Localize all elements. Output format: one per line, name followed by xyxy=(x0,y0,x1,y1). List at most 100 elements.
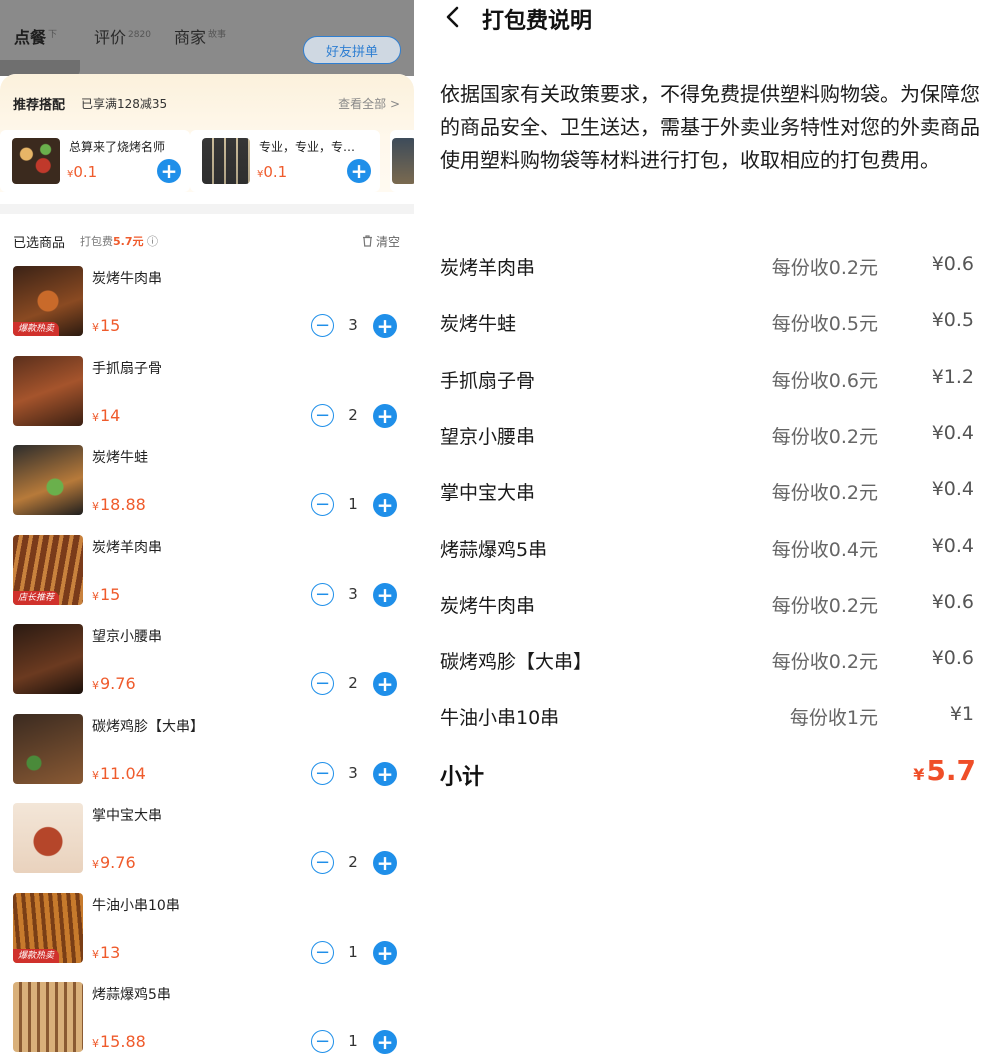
add-recommend-button[interactable]: + xyxy=(157,159,181,183)
cart-item-price-value: 11.04 xyxy=(100,764,146,783)
cart-item-image xyxy=(13,356,83,426)
minus-icon: − xyxy=(314,583,331,605)
cart-item-price-value: 18.88 xyxy=(100,495,146,514)
cart-item: 手抓扇子骨 ¥14 −2 + xyxy=(0,356,414,446)
tab-order-label: 点餐 xyxy=(14,28,47,47)
cart-item: 望京小腰串 ¥9.76 −2 + xyxy=(0,624,414,714)
increase-quantity-button[interactable]: + xyxy=(373,762,397,786)
cart-item-name: 掌中宝大串 xyxy=(92,808,162,824)
cart-item: 碳烤鸡胗【大串】 ¥11.04 −3 + xyxy=(0,714,414,804)
subtotal-label: 小计 xyxy=(440,765,485,790)
recommend-card[interactable]: 总算来了烧烤名师 ¥0.1 + xyxy=(0,130,190,192)
increase-quantity-button[interactable]: + xyxy=(373,1030,397,1054)
decrease-quantity-button[interactable]: − xyxy=(311,941,334,964)
cart-item-name: 烤蒜爆鸡5串 xyxy=(92,987,171,1003)
fee-row-amount: ¥0.6 xyxy=(931,591,974,613)
section-divider xyxy=(0,204,414,214)
cart-item: 爆款热卖 炭烤牛肉串 ¥15 −3 + xyxy=(0,266,414,356)
plus-icon: + xyxy=(376,851,394,875)
recommend-card-price-value: 0.1 xyxy=(73,163,98,181)
view-all-link[interactable]: 查看全部 > xyxy=(338,95,400,112)
cart-item: 烤蒜爆鸡5串 ¥15.88 −1 + xyxy=(0,982,414,1064)
decrease-quantity-button[interactable]: − xyxy=(311,672,334,695)
cart-item: 掌中宝大串 ¥9.76 −2 + xyxy=(0,803,414,893)
trash-icon xyxy=(362,235,372,247)
selected-header: 已选商品 打包费5.7元 ⓘ 清空 xyxy=(0,214,414,260)
tab-reviews-count: 2820 xyxy=(128,29,151,40)
cart-item-price-value: 15 xyxy=(100,316,121,335)
increase-quantity-button[interactable]: + xyxy=(373,583,397,607)
packing-fee-summary[interactable]: 打包费5.7元 ⓘ xyxy=(80,233,158,249)
cart-item-name: 手抓扇子骨 xyxy=(92,361,162,377)
increase-quantity-button[interactable]: + xyxy=(373,493,397,517)
currency-symbol: ¥ xyxy=(92,411,99,424)
plus-icon: + xyxy=(376,493,394,517)
add-recommend-button[interactable]: + xyxy=(347,159,371,183)
cart-item-badge: 爆款热卖 xyxy=(13,949,60,963)
decrease-quantity-button[interactable]: − xyxy=(311,851,334,874)
fee-row: 掌中宝大串 每份收0.2元 ¥0.4 xyxy=(440,472,974,512)
cart-item-image: 店长推荐 xyxy=(13,535,83,605)
cart-item-image xyxy=(13,445,83,515)
cart-item: 爆款热卖 牛油小串10串 ¥13 −1 + xyxy=(0,893,414,983)
increase-quantity-button[interactable]: + xyxy=(373,314,397,338)
recommend-card-name: 总算来了烧烤名师 xyxy=(69,140,166,154)
cart-item-price: ¥11.04 xyxy=(92,764,146,783)
fee-row-rate: 每份收0.2元 xyxy=(771,426,878,448)
recommend-card-name: 专业，专业，专… xyxy=(259,140,356,154)
recommend-card-price: ¥0.1 xyxy=(257,163,287,181)
recommend-card-partial[interactable] xyxy=(390,130,414,192)
decrease-quantity-button[interactable]: − xyxy=(311,762,334,785)
increase-quantity-button[interactable]: + xyxy=(373,672,397,696)
cart-item-price: ¥15.88 xyxy=(92,1032,146,1051)
fee-row-rate: 每份收0.4元 xyxy=(771,539,878,561)
group-order-button[interactable]: 好友拼单 xyxy=(303,36,401,64)
cart-item-price: ¥18.88 xyxy=(92,495,146,514)
plus-icon: + xyxy=(376,314,394,338)
currency-symbol: ¥ xyxy=(92,321,99,334)
currency-symbol: ¥ xyxy=(92,858,99,871)
currency-symbol: ¥ xyxy=(92,1037,99,1050)
decrease-quantity-button[interactable]: − xyxy=(311,1030,334,1053)
minus-icon: − xyxy=(314,941,331,963)
cart-item-price-value: 9.76 xyxy=(100,853,136,872)
cart-item-name: 炭烤羊肉串 xyxy=(92,540,162,556)
plus-icon: + xyxy=(350,159,368,183)
tab-reviews[interactable]: 评价 2820 xyxy=(94,24,151,48)
minus-icon: − xyxy=(314,1030,331,1052)
tab-order[interactable]: 点餐下 xyxy=(14,24,57,48)
fee-row-amount: ¥0.5 xyxy=(931,309,974,331)
cart-item-name: 牛油小串10串 xyxy=(92,898,180,914)
fee-row-name: 炭烤羊肉串 xyxy=(440,257,536,279)
decrease-quantity-button[interactable]: − xyxy=(311,314,334,337)
cart-sheet: 推荐搭配 已享满128减35 查看全部 > 总算来了烧烤名师 ¥0.1 + 专业… xyxy=(0,74,414,1064)
recommend-promo: 已享满128减35 xyxy=(81,97,168,111)
decrease-quantity-button[interactable]: − xyxy=(311,583,334,606)
packing-fee-value: 5.7元 xyxy=(113,235,144,248)
plus-icon: + xyxy=(376,404,394,428)
store-tabs: 点餐下 评价 2820 商家 故事 好友拼单 xyxy=(0,14,414,64)
help-icon[interactable]: ⓘ xyxy=(147,235,158,248)
recommend-card[interactable]: 专业，专业，专… ¥0.1 + xyxy=(190,130,380,192)
decrease-quantity-button[interactable]: − xyxy=(311,404,334,427)
recommend-card-image xyxy=(12,138,60,184)
fee-row: 烤蒜爆鸡5串 每份收0.4元 ¥0.4 xyxy=(440,529,974,569)
cart-item-quantity: 3 xyxy=(348,764,358,782)
currency-symbol: ¥ xyxy=(92,500,99,513)
increase-quantity-button[interactable]: + xyxy=(373,941,397,965)
tab-merchant[interactable]: 商家 故事 xyxy=(174,24,226,48)
fee-row: 望京小腰串 每份收0.2元 ¥0.4 xyxy=(440,416,974,456)
back-chevron-icon[interactable] xyxy=(442,6,464,28)
cart-item-price: ¥14 xyxy=(92,406,120,425)
increase-quantity-button[interactable]: + xyxy=(373,851,397,875)
fee-row: 手抓扇子骨 每份收0.6元 ¥1.2 xyxy=(440,360,974,400)
fee-row-amount: ¥0.4 xyxy=(931,535,974,557)
tab-reviews-label: 评价 xyxy=(94,28,127,47)
fee-row-name: 炭烤牛蛙 xyxy=(440,313,517,335)
fee-row-name: 望京小腰串 xyxy=(440,426,536,448)
increase-quantity-button[interactable]: + xyxy=(373,404,397,428)
decrease-quantity-button[interactable]: − xyxy=(311,493,334,516)
cart-item-image xyxy=(13,803,83,873)
cart-item-quantity: 1 xyxy=(348,1032,358,1050)
clear-cart-button[interactable]: 清空 xyxy=(362,233,400,250)
